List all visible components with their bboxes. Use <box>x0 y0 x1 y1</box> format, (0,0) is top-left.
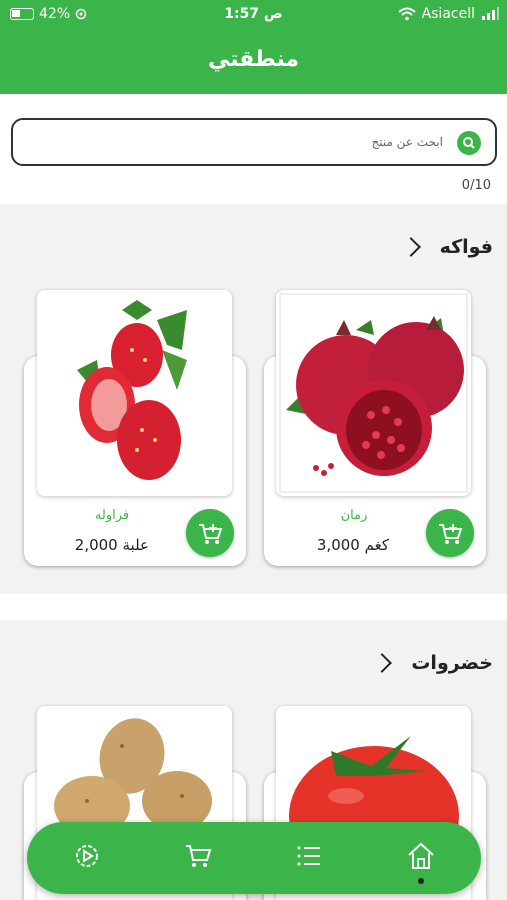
list-icon <box>297 846 320 866</box>
nav-settings[interactable] <box>71 840 103 872</box>
active-indicator <box>418 878 424 884</box>
ampm: ص <box>263 6 283 22</box>
status-right: Asiacell <box>397 6 499 22</box>
section-title: فواكه <box>439 236 493 258</box>
status-bar: 42% ص 1:57 Asiacell <box>0 0 507 30</box>
add-cart-icon <box>199 524 223 544</box>
cart-icon <box>186 845 212 867</box>
product-price: علبة 2,000 <box>75 536 149 554</box>
product-price: كغم 3,000 <box>317 536 389 554</box>
pomegranate-image <box>279 293 468 493</box>
product-name: رمان <box>340 508 368 523</box>
strawberry-image <box>77 300 187 480</box>
search-input[interactable] <box>63 130 443 154</box>
wifi-icon <box>397 7 416 21</box>
add-to-cart-button[interactable] <box>186 509 234 557</box>
signal-icon <box>482 7 499 20</box>
add-cart-icon <box>439 524 463 544</box>
section-fruits: فواكه رمان كغم 3,000 فراوله علبة 2,000 <box>0 204 507 594</box>
time: 1:57 <box>224 6 260 22</box>
nav-categories[interactable] <box>293 840 325 872</box>
section-header[interactable]: خضروات <box>371 648 493 678</box>
search-button[interactable] <box>457 131 481 155</box>
search-icon <box>463 137 475 149</box>
add-to-cart-button[interactable] <box>426 509 474 557</box>
section-header[interactable]: فواكه <box>400 232 493 262</box>
chevron-left-icon <box>372 653 393 673</box>
search-area: 0/10 <box>0 94 507 204</box>
settings-icon <box>76 845 98 867</box>
section-divider <box>0 594 507 620</box>
page-title: منطقتي <box>207 47 300 72</box>
bottom-nav <box>27 822 481 894</box>
nav-home[interactable] <box>405 840 437 872</box>
price-unit: علبة <box>122 536 149 554</box>
price-value: 3,000 <box>316 536 360 554</box>
chevron-left-icon <box>400 237 421 257</box>
nav-cart[interactable] <box>182 840 214 872</box>
search-box[interactable] <box>11 118 497 166</box>
carrier-name: Asiacell <box>421 6 475 22</box>
home-icon <box>408 842 434 869</box>
price-unit: كغم <box>364 536 389 554</box>
product-image[interactable] <box>276 290 471 496</box>
product-image[interactable] <box>37 290 232 496</box>
product-name: فراوله <box>94 508 130 523</box>
section-title: خضروات <box>411 652 493 674</box>
app-bar: منطقتي <box>0 30 507 94</box>
price-value: 2,000 <box>74 536 118 554</box>
search-counter: 0/10 <box>461 178 491 193</box>
